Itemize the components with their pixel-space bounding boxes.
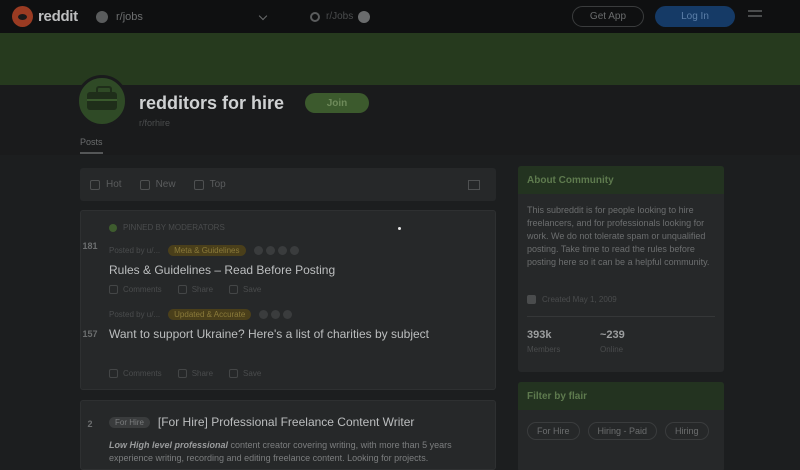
bookmark-icon bbox=[229, 285, 239, 294]
post-title-row: For Hire [For Hire] Professional Freelan… bbox=[109, 415, 414, 429]
home-icon bbox=[96, 10, 108, 23]
pinned-posts: PINNED BY MODERATORS 181 Posted by u/...… bbox=[80, 210, 496, 390]
save-button[interactable]: Save bbox=[229, 285, 261, 294]
sort-label: New bbox=[155, 179, 176, 190]
action-label: Comments bbox=[123, 369, 162, 378]
share-icon bbox=[177, 369, 187, 378]
join-button[interactable]: Join bbox=[305, 93, 369, 113]
community-banner bbox=[0, 33, 800, 85]
comments-button[interactable]: Comments bbox=[109, 369, 162, 378]
community-avatar bbox=[76, 75, 128, 127]
pinned-label: PINNED BY MODERATORS bbox=[109, 223, 225, 232]
flair-filter-for-hire[interactable]: For Hire bbox=[527, 422, 580, 440]
vote-count: 2 bbox=[87, 419, 93, 429]
divider bbox=[527, 316, 715, 317]
sort-bar: Hot New Top bbox=[80, 168, 496, 201]
action-label: Comments bbox=[123, 285, 162, 294]
community-selector[interactable]: r/jobs bbox=[96, 6, 274, 27]
tab-posts[interactable]: Posts bbox=[80, 137, 103, 154]
post-actions: Comments Share Save bbox=[109, 369, 277, 378]
share-button[interactable]: Share bbox=[177, 369, 214, 378]
online-stat: ~239 Online bbox=[600, 329, 625, 354]
sort-hot[interactable]: Hot bbox=[90, 179, 122, 190]
post-card[interactable]: 2 For Hire [For Hire] Professional Freel… bbox=[80, 400, 496, 470]
about-title: About Community bbox=[518, 166, 724, 194]
search-icon bbox=[310, 11, 320, 22]
post-actions: Comments Share Save bbox=[109, 285, 277, 294]
share-button[interactable]: Share bbox=[177, 285, 214, 294]
save-button[interactable]: Save bbox=[229, 369, 261, 378]
about-description: This subreddit is for people looking to … bbox=[527, 205, 710, 267]
created-date: Created May 1, 2009 bbox=[527, 295, 617, 304]
post-meta: Posted by u/... Updated & Accurate bbox=[109, 309, 295, 320]
online-label: Online bbox=[600, 345, 624, 354]
sort-new[interactable]: New bbox=[139, 179, 176, 190]
filter-by-flair-card: Filter by flair For Hire Hiring - Paid H… bbox=[518, 382, 724, 470]
reddit-alien-icon bbox=[12, 6, 33, 27]
action-label: Share bbox=[191, 285, 214, 294]
vote-count: 181 bbox=[82, 241, 98, 251]
briefcase-icon bbox=[87, 86, 117, 110]
share-icon bbox=[177, 285, 187, 294]
about-community-card: About Community This subreddit is for pe… bbox=[518, 166, 724, 372]
post-title[interactable]: Rules & Guidelines – Read Before Posting bbox=[109, 263, 335, 277]
members-stat: 393k Members bbox=[527, 329, 560, 354]
get-app-button[interactable]: Get App bbox=[572, 6, 644, 27]
post-author[interactable]: Posted by u/... bbox=[109, 246, 160, 255]
flair-filter-hiring-paid[interactable]: Hiring - Paid bbox=[587, 422, 658, 440]
sort-label: Hot bbox=[106, 179, 122, 190]
cake-icon bbox=[527, 295, 536, 304]
members-count: 393k bbox=[527, 329, 552, 341]
comment-icon bbox=[109, 369, 118, 378]
reddit-logo[interactable]: reddit bbox=[12, 6, 78, 27]
search-bar[interactable]: r/Jobs bbox=[310, 6, 540, 27]
action-label: Save bbox=[243, 285, 262, 294]
menu-icon[interactable] bbox=[748, 10, 764, 24]
community-subname: r/forhire bbox=[139, 118, 171, 128]
post-title[interactable]: [For Hire] Professional Freelance Conten… bbox=[158, 415, 415, 429]
login-button[interactable]: Log In bbox=[655, 6, 735, 27]
created-text: Created May 1, 2009 bbox=[542, 295, 617, 304]
pin-icon bbox=[109, 223, 117, 232]
top-navigation-bar: reddit r/jobs r/Jobs Get App Log In bbox=[0, 0, 800, 33]
cursor-dot bbox=[398, 227, 401, 230]
flair-filter-list: For Hire Hiring - Paid Hiring bbox=[527, 422, 717, 440]
community-header: redditors for hire Join r/forhire Posts bbox=[0, 75, 800, 155]
bar-chart-icon bbox=[193, 179, 204, 190]
post-flair[interactable]: For Hire bbox=[109, 416, 150, 428]
community-selector-label: r/jobs bbox=[116, 10, 143, 23]
post-flair[interactable]: Updated & Accurate bbox=[168, 309, 252, 320]
award-icons bbox=[259, 310, 295, 319]
clear-scope-icon[interactable] bbox=[358, 10, 371, 23]
action-label: Share bbox=[191, 369, 214, 378]
sort-top[interactable]: Top bbox=[193, 179, 226, 190]
flair-filter-hiring[interactable]: Hiring bbox=[665, 422, 709, 440]
view-layout-icon[interactable] bbox=[468, 180, 480, 190]
search-scope: r/Jobs bbox=[326, 11, 354, 22]
sort-label: Top bbox=[209, 179, 226, 190]
post-flair[interactable]: Meta & Guidelines bbox=[168, 245, 246, 256]
comments-button[interactable]: Comments bbox=[109, 285, 162, 294]
post-body-emphasis: Low High level professional bbox=[109, 440, 229, 450]
members-label: Members bbox=[527, 345, 561, 354]
post-author[interactable]: Posted by u/... bbox=[109, 310, 160, 319]
community-title: redditors for hire bbox=[139, 93, 285, 113]
chevron-down-icon bbox=[258, 11, 268, 21]
comment-icon bbox=[109, 285, 118, 294]
post-body: Low High level professional content crea… bbox=[109, 439, 489, 465]
pinned-text: PINNED BY MODERATORS bbox=[123, 223, 225, 232]
post-title[interactable]: Want to support Ukraine? Here's a list o… bbox=[109, 327, 429, 341]
action-label: Save bbox=[243, 369, 262, 378]
sparkle-icon bbox=[139, 179, 150, 190]
filter-title: Filter by flair bbox=[518, 382, 724, 410]
logo-text: reddit bbox=[38, 8, 78, 25]
online-count: ~239 bbox=[600, 329, 625, 341]
vote-count: 157 bbox=[82, 329, 98, 339]
bookmark-icon bbox=[229, 369, 239, 378]
award-icons bbox=[253, 246, 302, 255]
flame-icon bbox=[90, 179, 100, 190]
post-meta: Posted by u/... Meta & Guidelines bbox=[109, 245, 302, 256]
